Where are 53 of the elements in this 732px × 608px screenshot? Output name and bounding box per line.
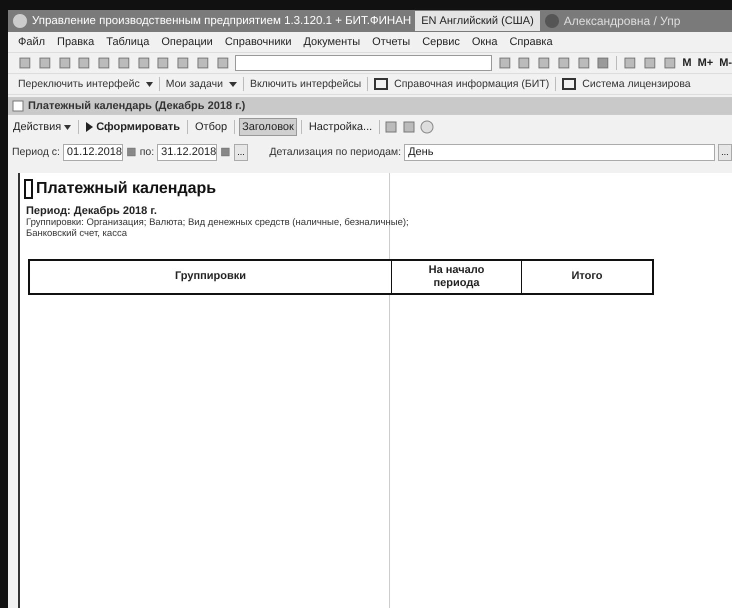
search-field[interactable] bbox=[235, 55, 492, 71]
toolbar-button[interactable]: Сформировать bbox=[83, 118, 183, 136]
menu-item[interactable]: Операции bbox=[161, 36, 213, 48]
field-label: Период с: bbox=[12, 146, 60, 158]
groupings-text: Группировки: Организация; Валюта; Вид денежных средств (наличные, безналичные); bbox=[26, 217, 409, 228]
toolbar-link[interactable]: Справочная информация (БИТ) bbox=[394, 78, 550, 90]
menu-item[interactable]: Справка bbox=[509, 36, 553, 48]
column-header: На начало периода bbox=[392, 261, 522, 293]
column-header: Группировки bbox=[30, 261, 392, 293]
toolbar-link[interactable]: Включить интерфейсы bbox=[250, 78, 362, 90]
toolbar-button[interactable]: Настройка... bbox=[306, 118, 376, 136]
date-field[interactable]: 31.12.2018 bbox=[157, 144, 218, 160]
toolbar-button[interactable]: Заголовок bbox=[239, 118, 297, 136]
play-icon bbox=[86, 122, 94, 132]
toolbar-button[interactable]: Отбор bbox=[192, 118, 230, 136]
memory-button[interactable]: M- bbox=[719, 57, 732, 69]
toolbar-link[interactable]: Мои задачи bbox=[166, 78, 223, 90]
menu-item[interactable]: Справочники bbox=[224, 36, 292, 48]
column-header: Итого bbox=[570, 269, 604, 284]
user-name: Александровна / Упр bbox=[564, 14, 680, 28]
menu-item[interactable]: Отчеты bbox=[372, 36, 410, 48]
toolbar-link[interactable]: Система лицензирова bbox=[582, 78, 691, 90]
report-icon bbox=[12, 100, 24, 112]
document-title: Платежный календарь (Декабрь 2018 г.) bbox=[28, 100, 246, 112]
menu-item[interactable]: Правка bbox=[57, 36, 94, 48]
menu-item[interactable]: Документы bbox=[303, 36, 360, 48]
groupings-text: Банковский счет, касса bbox=[26, 228, 127, 239]
memory-button[interactable]: M bbox=[682, 57, 692, 69]
cell-cursor bbox=[24, 179, 33, 199]
help-icon[interactable] bbox=[420, 120, 434, 134]
select-button[interactable]: ... bbox=[718, 144, 732, 160]
date-field[interactable]: 01.12.2018 bbox=[62, 144, 123, 160]
menu-item[interactable]: Окна bbox=[472, 36, 498, 48]
caret-icon[interactable] bbox=[228, 80, 237, 88]
toolbar-button[interactable]: Действия bbox=[10, 118, 74, 136]
report-period: Период: Декабрь 2018 г. bbox=[26, 205, 158, 217]
detail-field[interactable]: День bbox=[404, 144, 715, 160]
bit-logo-icon bbox=[562, 78, 576, 90]
menu-item[interactable]: Сервис bbox=[422, 36, 460, 48]
memory-button[interactable]: M+ bbox=[698, 57, 714, 69]
field-label: Детализация по периодам: bbox=[269, 146, 402, 158]
menu-item[interactable]: Файл bbox=[18, 36, 46, 48]
app-logo-icon bbox=[12, 13, 28, 29]
period-button[interactable]: ... bbox=[234, 144, 248, 160]
caret-icon[interactable] bbox=[146, 82, 153, 86]
menu-item[interactable]: Таблица bbox=[106, 36, 150, 48]
toolbar-link[interactable]: Переключить интерфейс bbox=[18, 78, 140, 90]
report-title: Платежный календарь bbox=[36, 180, 216, 198]
window-title: Управление производственным предприятием 1.3.120.1 + БИТ.ФИНАН bbox=[32, 15, 412, 27]
language-indicator[interactable]: EN Английский (США) bbox=[415, 11, 540, 31]
caret-icon bbox=[64, 124, 72, 130]
bit-logo-icon bbox=[374, 78, 388, 90]
field-label: по: bbox=[140, 146, 154, 158]
